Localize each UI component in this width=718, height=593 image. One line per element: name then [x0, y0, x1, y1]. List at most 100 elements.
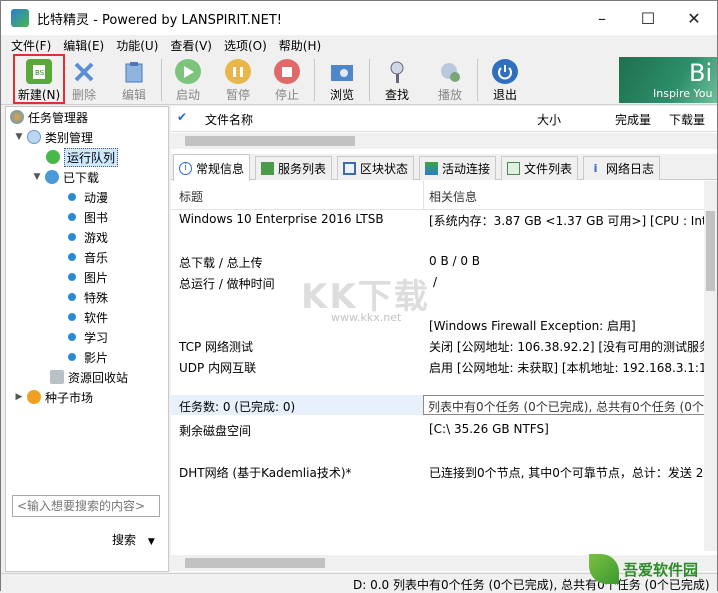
runtime-value: /	[433, 275, 438, 289]
tree-root[interactable]: 任务管理器	[10, 107, 88, 127]
toolbar-separator	[314, 59, 315, 101]
total-transfer-label: 总下载 / 总上传	[179, 256, 263, 270]
folder-dot-icon	[68, 233, 76, 241]
folder-dot-icon	[68, 313, 76, 321]
scroll-thumb[interactable]	[185, 136, 355, 146]
start-button[interactable]: 启动	[163, 57, 213, 103]
running-queue-icon	[46, 150, 60, 164]
menu-function[interactable]: 功能(U)	[110, 37, 164, 54]
total-transfer-value: 0 B / 0 B	[429, 254, 481, 268]
detail-tabs: i 常规信息 服务列表 区块状态 活动连接 文件列表 i 网络日志	[171, 154, 717, 181]
col-related-header: 相关信息	[429, 190, 478, 204]
folder-dot-icon	[68, 293, 76, 301]
exit-button[interactable]: 退出	[480, 57, 530, 103]
stop-button[interactable]: 停止	[262, 57, 312, 103]
menu-edit[interactable]: 编辑(E)	[57, 37, 110, 54]
col-done[interactable]: 完成量	[615, 111, 651, 128]
tab-netlog[interactable]: i 网络日志	[583, 156, 661, 180]
tcp-label: TCP 网络测试	[179, 340, 254, 354]
check-icon[interactable]: ✔	[177, 110, 187, 124]
browse-button[interactable]: 浏览	[317, 57, 367, 103]
search-input[interactable]	[12, 495, 160, 517]
delete-button[interactable]: 删除	[59, 57, 109, 103]
toolbar-separator	[161, 59, 162, 101]
menu-file[interactable]: 文件(F)	[5, 37, 57, 54]
tab-blocks[interactable]: 区块状态	[337, 156, 415, 180]
new-button-highlight	[13, 54, 65, 104]
tree-child[interactable]: 音乐	[64, 247, 108, 267]
pause-button[interactable]: 暂停	[213, 57, 263, 103]
col-size[interactable]: 大小	[537, 111, 561, 128]
collapse-arrow-icon[interactable]: ▼	[14, 132, 24, 142]
app-logo-icon	[11, 9, 29, 27]
play-media-button[interactable]: 播放	[425, 57, 475, 103]
list-hscrollbar[interactable]	[171, 133, 717, 149]
minimize-button[interactable]: –	[579, 1, 625, 35]
tab-files[interactable]: 文件列表	[501, 156, 579, 180]
expand-arrow-icon[interactable]: ▶	[14, 392, 24, 402]
window-title: 比特精灵 - Powered by LANSPIRIT.NET!	[37, 12, 283, 28]
blocks-icon	[343, 162, 356, 175]
tree-running-queue[interactable]: 运行队列	[46, 147, 119, 167]
search-button[interactable]: 搜索 ▼	[112, 531, 155, 548]
folder-dot-icon	[68, 353, 76, 361]
menu-bar: 文件(F) 编辑(E) 功能(U) 查看(V) 选项(O) 帮助(H)	[1, 35, 717, 55]
tree-torrent-market[interactable]: ▶ 种子市场	[14, 387, 93, 407]
delete-x-icon	[71, 59, 97, 84]
os-label: Windows 10 Enterprise 2016 LTSB	[179, 212, 384, 226]
file-list-icon	[507, 162, 520, 175]
find-button[interactable]: 查找	[372, 57, 422, 103]
watermark-url: www.kkx.net	[331, 311, 402, 324]
col-filename[interactable]: 文件名称	[205, 111, 253, 128]
close-button[interactable]: ✕	[671, 1, 717, 35]
tree-category[interactable]: ▼ 类别管理	[14, 127, 93, 147]
tree-child[interactable]: 游戏	[64, 227, 108, 247]
dht-value: 已连接到0个节点, 其中0个可靠节点，总计：发送 28(	[429, 466, 716, 480]
tab-general[interactable]: i 常规信息	[173, 154, 251, 181]
task-count-label: 任务数: 0 (已完成: 0)	[179, 400, 296, 414]
downloaded-icon	[45, 170, 59, 184]
scroll-thumb[interactable]	[706, 211, 715, 291]
menu-help[interactable]: 帮助(H)	[273, 37, 327, 54]
maximize-button[interactable]: ☐	[625, 1, 671, 35]
disk-value: [C:\ 35.26 GB NTFS]	[429, 422, 549, 436]
toolbar-separator	[477, 59, 478, 101]
tree-child[interactable]: 图书	[64, 207, 108, 227]
column-divider	[423, 181, 424, 209]
task-manager-icon	[10, 110, 24, 124]
netlog-info-icon: i	[593, 162, 598, 175]
tree-child[interactable]: 特殊	[64, 287, 108, 307]
menu-options[interactable]: 选项(O)	[218, 37, 273, 54]
folder-dot-icon	[68, 193, 76, 201]
leaf-logo-icon	[589, 554, 619, 584]
tab-services[interactable]: 服务列表	[255, 156, 333, 180]
tree-child[interactable]: 图片	[64, 267, 108, 287]
toolbar-separator	[369, 59, 370, 101]
tree-child[interactable]: 影片	[64, 347, 108, 367]
tab-connections[interactable]: 活动连接	[419, 156, 497, 180]
tree-child[interactable]: 动漫	[64, 187, 108, 207]
menu-view[interactable]: 查看(V)	[164, 37, 218, 54]
play-icon	[175, 59, 201, 84]
col-title-header: 标题	[179, 190, 204, 204]
file-list-header: ✔ 文件名称 大小 完成量 下载量	[171, 106, 717, 132]
tree-child[interactable]: 学习	[64, 327, 108, 347]
info-vscrollbar[interactable]	[704, 181, 717, 551]
connections-icon	[425, 162, 438, 175]
tree-downloaded[interactable]: ▼ 已下载	[32, 167, 99, 187]
dht-label: DHT网络 (基于Kademlia技术)*	[179, 466, 352, 480]
tree-child[interactable]: 软件	[64, 307, 108, 327]
scroll-thumb[interactable]	[185, 558, 325, 568]
browse-folder-icon	[329, 59, 355, 84]
main-panel: ✔ 文件名称 大小 完成量 下载量 i 常规信息 服务列表 区块状态 活动连接 文…	[171, 106, 717, 572]
tree-recycle-bin[interactable]: 资源回收站	[50, 367, 128, 387]
task-tree-panel: 任务管理器 ▼ 类别管理 运行队列 ▼ 已下载 动漫 图书 游戏 音乐 图片 特…	[5, 106, 169, 572]
folder-dot-icon	[68, 253, 76, 261]
folder-dot-icon	[68, 213, 76, 221]
clipboard-icon	[121, 59, 147, 84]
ad-banner[interactable]: Bi Inspire You	[619, 57, 717, 103]
collapse-arrow-icon[interactable]: ▼	[32, 172, 42, 182]
col-download[interactable]: 下载量	[669, 111, 705, 128]
edit-button[interactable]: 编辑	[109, 57, 159, 103]
runtime-label: 总运行 / 做种时间	[179, 277, 275, 291]
